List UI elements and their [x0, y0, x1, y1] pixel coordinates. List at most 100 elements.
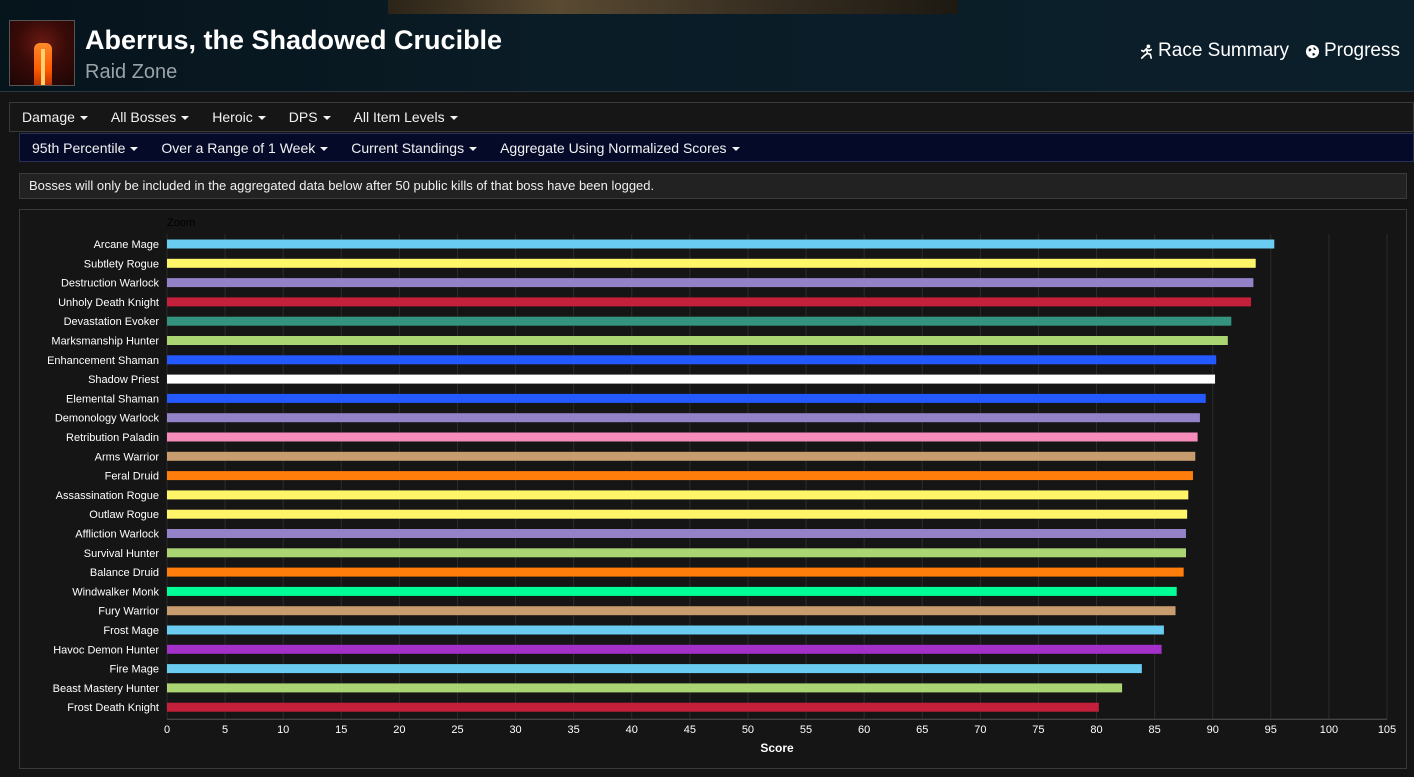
- caret-down-icon: [322, 116, 331, 120]
- aggregation-notice: Bosses will only be included in the aggr…: [19, 173, 1407, 199]
- category-label: Survival Hunter: [84, 548, 160, 560]
- metric-dropdown[interactable]: Damage: [22, 109, 88, 125]
- role-dropdown[interactable]: DPS: [289, 109, 331, 125]
- page-title: Aberrus, the Shadowed Crucible: [85, 25, 503, 55]
- bar: [167, 586, 1177, 596]
- running-person-icon: [1141, 43, 1153, 59]
- zoom-label[interactable]: Zoom: [167, 217, 195, 229]
- bar: [167, 606, 1176, 616]
- category-label: Frost Death Knight: [67, 702, 159, 714]
- bar: [167, 625, 1164, 635]
- progress-label: Progress: [1323, 40, 1400, 61]
- bar: [167, 336, 1228, 345]
- globe-icon: [1305, 44, 1320, 58]
- boss-dropdown[interactable]: All Bosses: [111, 109, 190, 125]
- category-label: Fury Warrior: [98, 606, 159, 618]
- page-header: Aberrus, the Shadowed Crucible Raid Zone…: [0, 0, 1414, 92]
- x-tick-label: 55: [800, 724, 812, 736]
- standings-dropdown[interactable]: Current Standings: [351, 140, 478, 156]
- x-tick-label: 0: [164, 724, 170, 736]
- header-artwork: [388, 0, 958, 14]
- category-label: Destruction Warlock: [61, 278, 160, 290]
- race-summary-link[interactable]: Race Summary: [1139, 40, 1289, 62]
- category-label: Arms Warrior: [95, 451, 160, 463]
- caret-down-icon: [181, 116, 190, 120]
- category-label: Shadow Priest: [88, 374, 159, 386]
- category-label: Retribution Paladin: [66, 432, 159, 444]
- category-label: Feral Druid: [105, 471, 159, 483]
- bar: [167, 239, 1275, 249]
- category-label: Demonology Warlock: [55, 413, 160, 425]
- bar: [167, 374, 1216, 384]
- caret-down-icon: [449, 116, 458, 120]
- x-tick-label: 100: [1320, 724, 1338, 736]
- bar: [167, 702, 1099, 712]
- x-axis-title: Score: [760, 741, 794, 755]
- x-tick-label: 60: [858, 724, 870, 736]
- x-tick-label: 25: [451, 724, 463, 736]
- category-label: Affliction Warlock: [75, 529, 159, 541]
- bar: [167, 413, 1200, 423]
- category-label: Beast Mastery Hunter: [53, 683, 160, 695]
- race-summary-label: Race Summary: [1158, 40, 1289, 61]
- bar: [167, 316, 1232, 326]
- progress-link[interactable]: Progress: [1305, 40, 1400, 62]
- caret-down-icon: [320, 146, 329, 151]
- category-label: Elemental Shaman: [66, 393, 159, 405]
- x-tick-label: 45: [684, 724, 696, 736]
- aggregate-dropdown[interactable]: Aggregate Using Normalized Scores: [500, 140, 740, 156]
- category-label: Havoc Demon Hunter: [53, 644, 159, 656]
- bar: [167, 355, 1217, 365]
- bar: [167, 451, 1196, 461]
- bar: [167, 644, 1162, 654]
- x-tick-label: 10: [277, 724, 289, 736]
- bar: [167, 664, 1142, 674]
- primary-filter-bar: Damage All Bosses Heroic DPS All Item Le…: [9, 102, 1414, 132]
- category-label: Subtlety Rogue: [84, 258, 159, 270]
- bar: [167, 393, 1206, 403]
- bar: [167, 278, 1254, 288]
- percentile-dropdown[interactable]: 95th Percentile: [32, 140, 139, 156]
- category-label: Fire Mage: [109, 664, 159, 676]
- caret-down-icon: [469, 146, 478, 151]
- category-label: Enhancement Shaman: [47, 355, 159, 367]
- bar: [167, 509, 1188, 519]
- time-range-dropdown[interactable]: Over a Range of 1 Week: [161, 140, 329, 156]
- x-tick-label: 80: [1090, 724, 1102, 736]
- x-tick-label: 30: [509, 724, 521, 736]
- bar: [167, 548, 1186, 558]
- x-tick-label: 40: [626, 724, 638, 736]
- category-label: Windwalker Monk: [72, 586, 159, 598]
- caret-down-icon: [130, 146, 139, 151]
- category-label: Balance Druid: [90, 567, 159, 579]
- item-level-dropdown[interactable]: All Item Levels: [354, 109, 458, 125]
- bar: [167, 432, 1198, 442]
- x-tick-label: 75: [1032, 724, 1044, 736]
- x-tick-label: 5: [222, 724, 228, 736]
- caret-down-icon: [257, 116, 266, 120]
- x-tick-label: 85: [1148, 724, 1160, 736]
- x-tick-label: 95: [1265, 724, 1277, 736]
- bar: [167, 490, 1189, 500]
- category-label: Assassination Rogue: [56, 490, 159, 502]
- x-tick-label: 65: [916, 724, 928, 736]
- x-tick-label: 15: [335, 724, 347, 736]
- category-label: Frost Mage: [103, 625, 159, 637]
- secondary-filter-bar: 95th Percentile Over a Range of 1 Week C…: [19, 133, 1414, 162]
- caret-down-icon: [79, 116, 88, 120]
- difficulty-dropdown[interactable]: Heroic: [212, 109, 266, 125]
- bar: [167, 683, 1123, 693]
- caret-down-icon: [731, 146, 740, 151]
- bar: [167, 471, 1193, 481]
- x-tick-label: 50: [742, 724, 754, 736]
- zone-icon: [9, 20, 75, 86]
- category-label: Arcane Mage: [94, 239, 159, 251]
- category-label: Devastation Evoker: [64, 316, 160, 328]
- bar: [167, 567, 1184, 577]
- category-label: Outlaw Rogue: [89, 509, 159, 521]
- chart-panel: Zoom 0 5 10 15 20 25 30 35 40 45 50 55 60 65 70 75 80 85 9…: [19, 209, 1407, 769]
- x-tick-label: 90: [1207, 724, 1219, 736]
- x-tick-label: 35: [568, 724, 580, 736]
- bar: [167, 297, 1252, 307]
- bar: [167, 529, 1186, 538]
